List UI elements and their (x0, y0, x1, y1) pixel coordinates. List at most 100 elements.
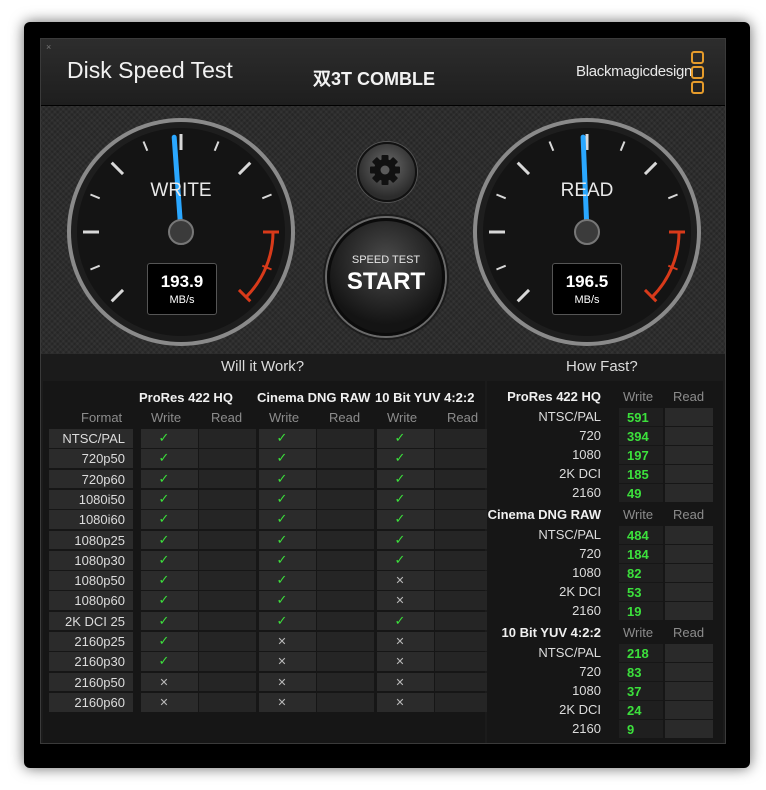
checkmark-icon: ✓ (394, 430, 406, 445)
write-readout: 193.9 MB/s (147, 263, 217, 315)
write-column-header: Write (269, 410, 300, 425)
read-speed-cell (665, 446, 713, 464)
format-label: NTSC/PAL (538, 527, 601, 542)
checkmark-icon: ✓ (158, 511, 170, 527)
read-speed-cell (665, 602, 713, 620)
how-fast-title: How Fast? (566, 358, 638, 375)
write-speed-unit: MB/s (169, 294, 195, 306)
format-label: 1080i60 (78, 512, 125, 528)
checkmark-icon: ✓ (158, 633, 170, 648)
result-cell (435, 571, 492, 590)
cross-icon: ✕ (395, 636, 405, 648)
write-column-header: Write (623, 507, 654, 522)
read-speed-value: 196.5 (565, 272, 609, 291)
result-cell (435, 632, 492, 651)
result-cell (435, 672, 492, 692)
write-column-header: Write (623, 625, 654, 640)
write-speed-value: 218 (627, 646, 649, 661)
disk-name: 双3T COMBLE (313, 69, 436, 89)
write-column-header: Write (387, 410, 418, 425)
format-label: 1080 (572, 565, 601, 580)
cross-icon: ✕ (277, 636, 287, 648)
result-cell (317, 449, 374, 469)
checkmark-icon: ✓ (276, 430, 288, 445)
result-cell (317, 469, 374, 489)
format-column-header: Format (81, 410, 123, 425)
format-label: 1080p60 (74, 593, 125, 609)
result-cell (435, 429, 492, 448)
result-cell (199, 692, 256, 712)
checkmark-icon: ✓ (276, 612, 288, 628)
start-speed-test-button[interactable]: SPEED TEST START (327, 218, 445, 336)
app-title: Disk Speed Test (67, 57, 233, 83)
write-speed-value: 49 (627, 486, 642, 501)
checkmark-icon: ✓ (276, 450, 288, 466)
result-cell (435, 469, 492, 489)
write-speed-value: 184 (627, 547, 649, 562)
result-cell (435, 692, 492, 712)
format-label: 2160p25 (74, 634, 125, 649)
read-speed-cell (665, 663, 713, 681)
settings-button[interactable] (357, 142, 417, 202)
result-cell (435, 652, 492, 672)
format-label: NTSC/PAL (538, 645, 601, 660)
checkmark-icon: ✓ (158, 531, 170, 547)
result-cell (199, 550, 256, 570)
read-column-header: Read (673, 389, 705, 404)
result-cell (317, 429, 374, 448)
brand-name: Blackmagicdesign (576, 63, 693, 80)
checkmark-icon: ✓ (394, 551, 406, 567)
gear-icon (370, 155, 400, 185)
format-label: NTSC/PAL (538, 409, 601, 424)
read-speed-cell (665, 564, 713, 582)
result-cell (199, 571, 256, 590)
format-label: 1080 (572, 683, 601, 698)
result-cell (435, 510, 492, 529)
write-gauge-hub (168, 219, 194, 245)
format-label: 2K DCI (559, 702, 601, 717)
checkmark-icon: ✓ (394, 612, 406, 628)
cross-icon: ✕ (395, 595, 405, 608)
checkmark-icon: ✓ (276, 490, 288, 506)
result-cell (199, 510, 256, 529)
checkmark-icon: ✓ (158, 430, 170, 445)
read-speed-cell (665, 583, 713, 601)
checkmark-icon: ✓ (276, 551, 288, 567)
how-fast-panel: ProRes 422 HQ Write Read NTSC/PAL 591 720 394 1… (487, 381, 723, 743)
format-label: 2K DCI (559, 584, 601, 599)
result-cell (199, 611, 256, 631)
start-button-caption: SPEED TEST (351, 254, 421, 266)
write-column-header: Write (623, 389, 654, 404)
result-cell (199, 489, 256, 509)
write-speed-value: 82 (627, 566, 642, 581)
read-speed-cell (665, 682, 713, 700)
write-gauge-label: WRITE (150, 180, 212, 201)
cross-icon: ✕ (277, 696, 287, 709)
write-speed-value: 185 (627, 467, 649, 482)
result-cell (317, 692, 374, 712)
read-speed-cell (665, 465, 713, 483)
close-icon[interactable]: × (46, 43, 55, 52)
format-label: 2K DCI (559, 466, 601, 481)
format-label: NTSC/PAL (62, 431, 125, 446)
result-cell (435, 591, 492, 611)
read-speed-cell (665, 701, 713, 719)
write-speed-value: 591 (627, 410, 649, 425)
write-speed-value: 53 (627, 585, 642, 600)
checkmark-icon: ✓ (158, 592, 170, 608)
format-label: 720p50 (81, 451, 125, 467)
start-button-label: START (346, 268, 426, 295)
write-speed-value: 24 (627, 703, 642, 718)
read-speed-cell (665, 720, 713, 738)
result-cell (317, 489, 374, 509)
format-label: 1080i50 (78, 491, 125, 507)
read-speed-unit: MB/s (574, 294, 600, 306)
codec-header: ProRes 422 HQ (139, 390, 233, 405)
result-cell (317, 510, 374, 529)
checkmark-icon: ✓ (276, 531, 288, 547)
write-speed-value: 83 (627, 665, 642, 680)
result-cell (317, 591, 374, 611)
format-label: 2160p30 (74, 654, 125, 670)
codec-header: 10 Bit YUV 4:2:2 (501, 625, 601, 640)
result-cell (317, 530, 374, 550)
